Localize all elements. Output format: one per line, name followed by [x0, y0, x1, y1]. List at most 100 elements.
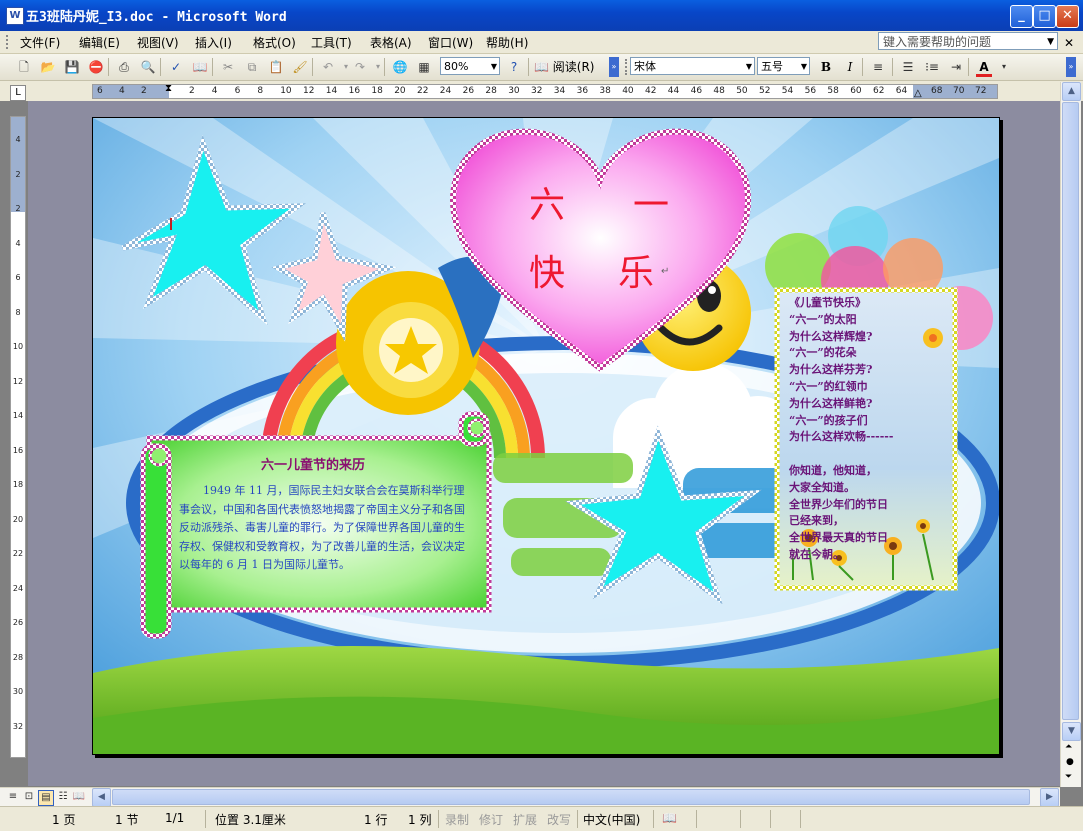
separator — [892, 58, 893, 76]
scroll-down-icon[interactable]: ▼ — [1062, 722, 1081, 741]
permission-icon[interactable]: ⛔ — [86, 57, 106, 77]
numbering-icon[interactable]: ☰ — [898, 57, 918, 77]
ruler-tick-label: 2 — [141, 86, 147, 96]
italic-icon[interactable]: I — [840, 57, 860, 77]
chevron-down-icon[interactable]: ▾ — [994, 57, 1014, 77]
menu-tools[interactable]: 工具(T) — [311, 34, 352, 51]
spelling-icon[interactable]: ✓ — [166, 57, 186, 77]
scroll-left-icon[interactable]: ◀ — [92, 788, 111, 807]
cut-icon[interactable]: ✂ — [218, 57, 238, 77]
menu-insert[interactable]: 插入(I) — [195, 34, 232, 51]
separator — [968, 58, 969, 76]
align-icon[interactable]: ≡ — [868, 57, 888, 77]
status-page: 1 页 — [52, 813, 76, 827]
print-layout-view-icon[interactable]: ▤ — [38, 790, 54, 806]
bullets-icon[interactable]: ⁝≡ — [922, 57, 942, 77]
status-record[interactable]: 录制 — [445, 811, 469, 828]
menu-window[interactable]: 窗口(W) — [428, 34, 473, 51]
copy-icon[interactable]: ⧉ — [242, 57, 262, 77]
separator — [438, 810, 439, 828]
menu-view[interactable]: 视图(V) — [137, 34, 179, 51]
menu-format[interactable]: 格式(O) — [253, 34, 296, 51]
previous-page-icon[interactable]: ⏶ — [1065, 742, 1072, 752]
toolbar-options-icon[interactable]: » — [609, 57, 619, 77]
ruler-tick-label: 14 — [325, 86, 338, 96]
scroll-right-icon[interactable]: ▶ — [1040, 788, 1059, 807]
close-document-icon[interactable]: ✕ — [1064, 36, 1074, 50]
help-icon[interactable]: ? — [504, 57, 524, 77]
document-page[interactable]: 六 一 快 乐 ↵ 六一儿童节的来历 1949 年 11 月，国际民主妇女联合会… — [92, 117, 1000, 755]
indent-icon[interactable]: ⇥ — [946, 57, 966, 77]
poem-line: 为什么这样欢畅------ — [789, 430, 894, 444]
research-icon[interactable]: 📖 — [190, 57, 210, 77]
chevron-down-icon[interactable]: ▼ — [746, 58, 752, 76]
maximize-button[interactable]: □ — [1033, 5, 1056, 28]
chevron-down-icon[interactable]: ▼ — [801, 58, 807, 76]
normal-view-icon[interactable]: ≡ — [6, 790, 20, 804]
minimize-button[interactable]: _ — [1010, 5, 1033, 28]
toolbar-grip[interactable] — [625, 59, 629, 75]
new-icon[interactable]: 🗋 — [14, 57, 34, 77]
browse-object-icon[interactable]: ● — [1066, 757, 1074, 767]
ruler-tick-label: 12 — [12, 376, 24, 386]
horizontal-ruler[interactable]: 6 4 2 2 4 6 8 10 12 14 16 18 20 22 24 26 28 30 32 34 36 38 40 4… — [92, 83, 998, 99]
zoom-select[interactable]: 80% ▼ — [440, 57, 500, 75]
format-painter-icon[interactable]: 🖌 — [290, 57, 310, 77]
chevron-down-icon[interactable]: ▼ — [1047, 33, 1054, 51]
save-icon[interactable]: 💾 — [62, 57, 82, 77]
separator — [205, 810, 206, 828]
bold-icon[interactable]: B — [816, 57, 836, 77]
chevron-down-icon[interactable]: ▾ — [368, 57, 388, 77]
web-view-icon[interactable]: ⊡ — [22, 790, 36, 804]
separator — [577, 810, 578, 828]
next-page-icon[interactable]: ⏷ — [1065, 772, 1072, 782]
standard-toolbar: 🗋 📂 💾 ⛔ ⎙ 🔍 ✓ 📖 ✂ ⧉ 📋 🖌 ↶ ▾ ↷ ▾ 🌐 ▦ 80% ▼… — [0, 54, 1083, 81]
status-language[interactable]: 中文(中国) — [583, 811, 640, 828]
word-doc-icon[interactable]: W — [6, 7, 24, 25]
separator — [740, 810, 741, 828]
status-extend[interactable]: 扩展 — [513, 811, 537, 828]
poem-line: 你知道，他知道， — [789, 463, 877, 477]
spelling-status-icon[interactable]: 📖 — [662, 811, 677, 825]
close-button[interactable]: ✕ — [1056, 5, 1079, 28]
ruler-tick-label: 30 — [508, 86, 520, 96]
heart-text-happy: 快 — [529, 253, 566, 294]
font-select[interactable]: 宋体 ▼ — [630, 57, 755, 75]
chevron-down-icon[interactable]: ▼ — [491, 58, 497, 76]
font-size-select[interactable]: 五号 ▼ — [757, 57, 810, 75]
scroll-up-icon[interactable]: ▲ — [1062, 82, 1081, 101]
menu-edit[interactable]: 编辑(E) — [79, 34, 120, 51]
print-preview-icon[interactable]: 🔍 — [138, 57, 158, 77]
scroll-title: 六一儿童节的来历 — [261, 458, 366, 473]
vertical-scrollbar[interactable]: ▲ ▼ ⏶ ● ⏷ — [1060, 82, 1081, 787]
tab-selector-icon[interactable]: L — [10, 85, 26, 101]
toolbar-options-icon[interactable]: » — [1066, 57, 1076, 77]
read-mode-button[interactable]: 📖 阅读(R) — [534, 58, 594, 75]
vertical-ruler[interactable]: 4 2 2 4 6 8 10 12 14 16 18 20 22 24 26 28 30 32 — [10, 116, 26, 758]
horizontal-scroll-thumb[interactable] — [112, 789, 1030, 805]
print-icon[interactable]: ⎙ — [114, 57, 134, 77]
ruler-tick-label: 72 — [975, 86, 987, 96]
outline-view-icon[interactable]: ☷ — [56, 790, 70, 804]
menu-file[interactable]: 文件(F) — [20, 34, 60, 51]
undo-icon[interactable]: ↶ — [318, 57, 338, 77]
help-search-input[interactable]: 键入需要帮助的问题 ▼ — [878, 32, 1058, 50]
table-icon[interactable]: ▦ — [414, 57, 434, 77]
status-overtype[interactable]: 改写 — [547, 811, 571, 828]
ruler-tick-label: 18 — [12, 480, 24, 489]
menu-grip[interactable] — [6, 35, 10, 49]
paste-icon[interactable]: 📋 — [266, 57, 286, 77]
menu-help[interactable]: 帮助(H) — [486, 34, 528, 51]
reading-view-icon[interactable]: 📖 — [72, 790, 86, 804]
ruler-tick-label: 20 — [12, 514, 24, 524]
open-icon[interactable]: 📂 — [38, 57, 58, 77]
redo-icon[interactable]: ↷ — [350, 57, 370, 77]
menu-table[interactable]: 表格(A) — [370, 34, 412, 51]
zoom-value: 80% — [444, 60, 469, 73]
ruler-tick-label: 10 — [280, 86, 292, 96]
hyperlink-icon[interactable]: 🌐 — [390, 57, 410, 77]
right-indent-marker-icon[interactable]: △ — [914, 88, 922, 99]
scroll-thumb[interactable] — [1062, 102, 1079, 720]
status-track-changes[interactable]: 修订 — [479, 811, 503, 828]
indent-marker-icon[interactable]: ⧗ — [165, 83, 172, 94]
